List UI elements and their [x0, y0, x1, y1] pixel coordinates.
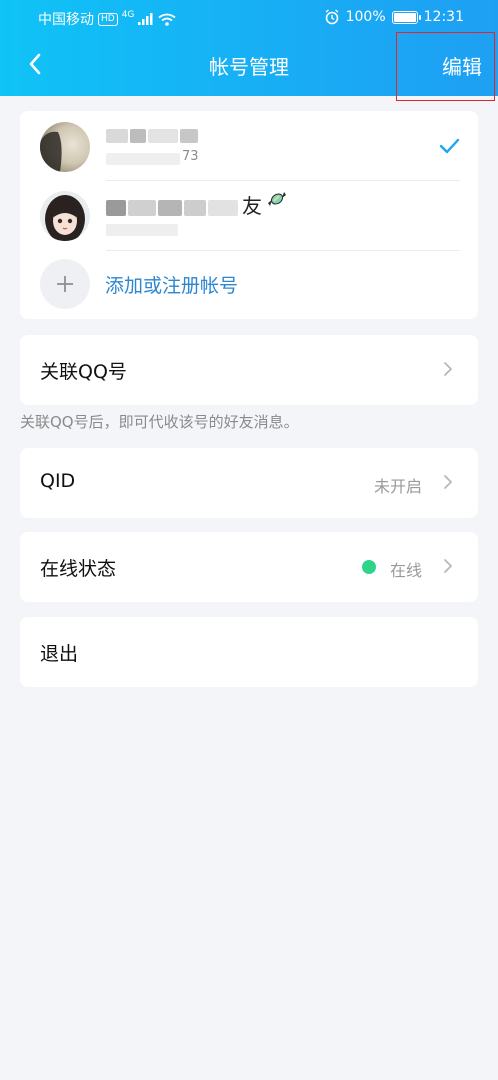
link-qq-item[interactable]: 关联QQ号	[20, 335, 478, 405]
network-type: 4G	[121, 10, 135, 20]
avatar-photo	[40, 131, 62, 172]
status-left: 中国移动 HD 4G	[38, 9, 176, 29]
hd-badge: HD	[98, 12, 118, 26]
add-account-label: 添加或注册帐号	[105, 275, 239, 297]
battery-icon	[391, 10, 421, 24]
online-status-label: 在线状态	[40, 558, 117, 580]
chevron-right-icon	[444, 362, 452, 376]
qid-label: QID	[40, 470, 76, 492]
status-bar: 中国移动 HD 4G 100% 12:31	[0, 0, 498, 34]
add-account-circle	[40, 259, 90, 309]
battery-percent: 100%	[345, 9, 386, 25]
account-item[interactable]: 73	[20, 113, 478, 181]
plus-icon	[57, 276, 73, 292]
avatar	[40, 122, 90, 172]
candy-icon	[268, 192, 286, 206]
anime-avatar-image	[45, 195, 85, 241]
blurred-account-number	[106, 153, 180, 165]
check-icon	[439, 138, 460, 154]
qid-item[interactable]: QID 未开启	[20, 448, 478, 518]
logout-label: 退出	[40, 643, 79, 665]
account-number-tail: 73	[182, 149, 199, 164]
online-status-value: 在线	[389, 561, 422, 580]
link-qq-label: 关联QQ号	[40, 361, 127, 383]
online-dot	[362, 560, 376, 574]
clock: 12:31	[423, 9, 464, 25]
accounts-card: 73 友 添加或注册帐号	[20, 111, 478, 319]
chevron-right-icon	[444, 475, 452, 489]
alarm-icon	[325, 9, 339, 25]
carrier-name: 中国移动	[38, 12, 94, 28]
signal-icon	[138, 13, 153, 25]
link-qq-hint: 关联QQ号后，即可代收该号的好友消息。	[20, 413, 299, 431]
online-status-item[interactable]: 在线状态 在线	[20, 532, 478, 602]
add-account-button[interactable]: 添加或注册帐号	[20, 251, 478, 317]
logout-item[interactable]: 退出	[20, 617, 478, 687]
qid-value: 未开启	[373, 477, 422, 496]
annotation-highlight-box	[396, 32, 495, 101]
account-item[interactable]: 友	[20, 182, 478, 250]
account-name-tail: 友	[242, 194, 262, 218]
status-right: 100% 12:31	[324, 9, 464, 25]
avatar	[40, 191, 90, 241]
wifi-icon	[158, 13, 176, 26]
blurred-account-number	[106, 224, 178, 236]
divider	[106, 180, 460, 181]
chevron-right-icon	[444, 559, 452, 573]
